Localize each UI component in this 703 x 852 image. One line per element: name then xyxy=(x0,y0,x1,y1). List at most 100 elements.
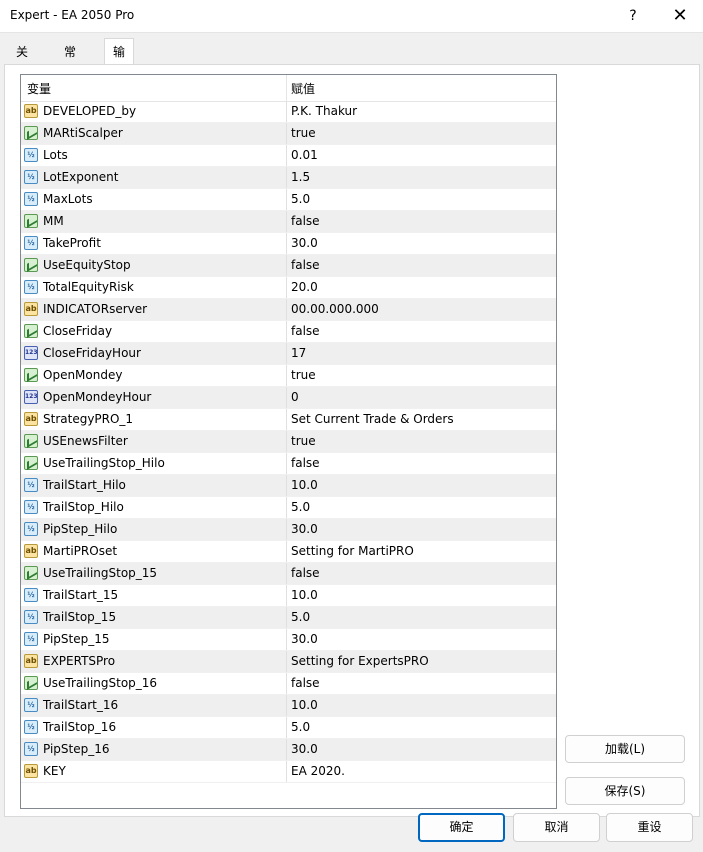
table-row[interactable]: UseTrailingStop_Hilo false xyxy=(21,453,556,475)
table-row[interactable]: 123 CloseFridayHour 17 xyxy=(21,343,556,365)
row-divider xyxy=(286,123,287,144)
row-variable-name: MartiPROset xyxy=(43,544,118,558)
row-variable-name: KEY xyxy=(43,764,66,778)
row-variable-name: TrailStop_16 xyxy=(43,720,117,734)
row-value[interactable]: 20.0 xyxy=(291,280,318,294)
row-value[interactable]: 30.0 xyxy=(291,742,318,756)
row-value[interactable]: 17 xyxy=(291,346,306,360)
row-value[interactable]: false xyxy=(291,676,320,690)
row-value[interactable]: 10.0 xyxy=(291,698,318,712)
table-row[interactable]: ½ LotExponent 1.5 xyxy=(21,167,556,189)
row-value[interactable]: 0.01 xyxy=(291,148,318,162)
header-variable[interactable]: 变量 xyxy=(27,80,51,97)
row-value[interactable]: 30.0 xyxy=(291,236,318,250)
row-divider xyxy=(286,387,287,408)
table-row[interactable]: ab MartiPROset Setting for MartiPRO xyxy=(21,541,556,563)
row-value[interactable]: 30.0 xyxy=(291,632,318,646)
grid-rows: ab DEVELOPED_by P.K. Thakur MARtiScalper tru… xyxy=(21,101,556,783)
row-value[interactable]: false xyxy=(291,258,320,272)
row-value[interactable]: 5.0 xyxy=(291,720,310,734)
table-row[interactable]: ½ PipStep_Hilo 30.0 xyxy=(21,519,556,541)
table-row[interactable]: USEnewsFilter true xyxy=(21,431,556,453)
table-row[interactable]: CloseFriday false xyxy=(21,321,556,343)
row-variable-name: CloseFriday xyxy=(43,324,113,338)
table-row[interactable]: ab StrategyPRO_1 Set Current Trade & Order… xyxy=(21,409,556,431)
table-row[interactable]: UseTrailingStop_16 false xyxy=(21,673,556,695)
table-row[interactable]: OpenMondey true xyxy=(21,365,556,387)
reset-button[interactable]: 重设 xyxy=(606,813,693,842)
row-variable-name: MM xyxy=(43,214,64,228)
row-value[interactable]: Setting for MartiPRO xyxy=(291,544,414,558)
row-value[interactable]: 00.00.000.000 xyxy=(291,302,379,316)
row-value[interactable]: 10.0 xyxy=(291,588,318,602)
table-row[interactable]: ½ TrailStop_16 5.0 xyxy=(21,717,556,739)
help-button[interactable]: ? xyxy=(610,0,656,32)
row-divider xyxy=(286,673,287,694)
table-row[interactable]: ½ PipStep_15 30.0 xyxy=(21,629,556,651)
load-button[interactable]: 加载(L) xyxy=(565,735,685,763)
row-variable-name: MaxLots xyxy=(43,192,93,206)
table-row[interactable]: ab INDICATORserver 00.00.000.000 xyxy=(21,299,556,321)
row-variable-name: TakeProfit xyxy=(43,236,101,250)
table-row[interactable]: UseTrailingStop_15 false xyxy=(21,563,556,585)
row-value[interactable]: true xyxy=(291,126,316,140)
double-type-icon: ½ xyxy=(24,236,38,250)
row-value[interactable]: 10.0 xyxy=(291,478,318,492)
table-row[interactable]: ab EXPERTSPro Setting for ExpertsPRO xyxy=(21,651,556,673)
row-divider xyxy=(286,211,287,232)
cancel-button[interactable]: 取消 xyxy=(513,813,600,842)
close-button[interactable]: ✕ xyxy=(657,0,703,32)
bool-type-icon xyxy=(24,324,38,338)
table-row[interactable]: ½ TrailStart_16 10.0 xyxy=(21,695,556,717)
tab-inputs[interactable]: 输入参数 xyxy=(104,38,135,137)
row-value[interactable]: false xyxy=(291,566,320,580)
row-value[interactable]: Set Current Trade & Orders xyxy=(291,412,454,426)
row-divider xyxy=(286,167,287,188)
tab-about[interactable]: 关于 xyxy=(8,41,36,81)
table-row[interactable]: 123 OpenMondeyHour 0 xyxy=(21,387,556,409)
table-row[interactable]: ½ MaxLots 5.0 xyxy=(21,189,556,211)
row-value[interactable]: 30.0 xyxy=(291,522,318,536)
table-row[interactable]: ½ TrailStart_15 10.0 xyxy=(21,585,556,607)
row-value[interactable]: P.K. Thakur xyxy=(291,104,357,118)
row-value[interactable]: false xyxy=(291,214,320,228)
row-divider xyxy=(286,739,287,760)
ok-button[interactable]: 确定 xyxy=(418,813,505,842)
tab-common[interactable]: 常用 xyxy=(56,41,84,81)
table-row[interactable]: ab DEVELOPED_by P.K. Thakur xyxy=(21,101,556,123)
header-divider[interactable] xyxy=(286,75,287,101)
row-value[interactable]: false xyxy=(291,456,320,470)
double-type-icon: ½ xyxy=(24,148,38,162)
table-row[interactable]: MM false xyxy=(21,211,556,233)
save-button[interactable]: 保存(S) xyxy=(565,777,685,805)
table-row[interactable]: ½ Lots 0.01 xyxy=(21,145,556,167)
bool-type-icon xyxy=(24,214,38,228)
row-value[interactable]: true xyxy=(291,434,316,448)
header-value[interactable]: 赋值 xyxy=(291,80,315,97)
parameters-grid[interactable]: 变量 赋值 ab DEVELOPED_by P.K. Thakur MARtiScal… xyxy=(20,74,557,809)
row-divider xyxy=(286,497,287,518)
table-row[interactable]: ½ TrailStart_Hilo 10.0 xyxy=(21,475,556,497)
row-value[interactable]: EA 2020. xyxy=(291,764,345,778)
table-row[interactable]: UseEquityStop false xyxy=(21,255,556,277)
row-divider xyxy=(286,585,287,606)
row-value[interactable]: 5.0 xyxy=(291,192,310,206)
row-variable-name: PipStep_15 xyxy=(43,632,110,646)
table-row[interactable]: ½ TrailStop_Hilo 5.0 xyxy=(21,497,556,519)
row-divider xyxy=(286,299,287,320)
row-value[interactable]: Setting for ExpertsPRO xyxy=(291,654,429,668)
table-row[interactable]: ½ TakeProfit 30.0 xyxy=(21,233,556,255)
table-row[interactable]: MARtiScalper true xyxy=(21,123,556,145)
row-value[interactable]: 5.0 xyxy=(291,500,310,514)
string-type-icon: ab xyxy=(24,544,38,558)
table-row[interactable]: ab KEY EA 2020. xyxy=(21,761,556,783)
row-divider xyxy=(286,519,287,540)
table-row[interactable]: ½ TotalEquityRisk 20.0 xyxy=(21,277,556,299)
row-value[interactable]: 0 xyxy=(291,390,299,404)
table-row[interactable]: ½ PipStep_16 30.0 xyxy=(21,739,556,761)
row-value[interactable]: false xyxy=(291,324,320,338)
row-value[interactable]: 5.0 xyxy=(291,610,310,624)
row-value[interactable]: true xyxy=(291,368,316,382)
table-row[interactable]: ½ TrailStop_15 5.0 xyxy=(21,607,556,629)
row-value[interactable]: 1.5 xyxy=(291,170,310,184)
